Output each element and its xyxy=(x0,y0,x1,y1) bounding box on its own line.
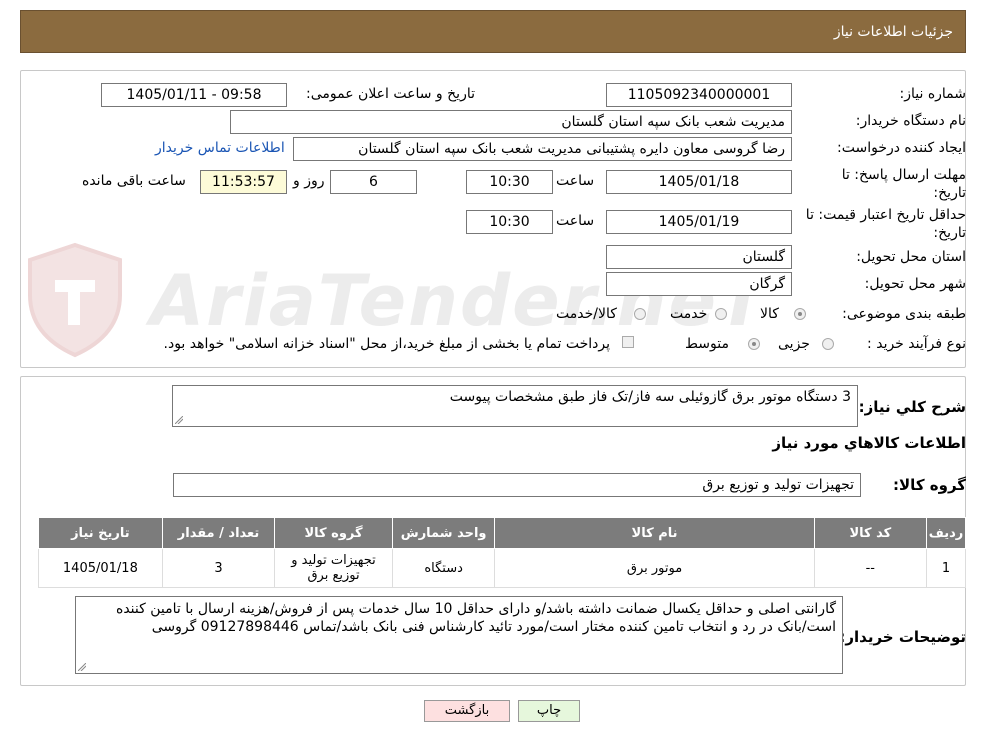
category-service-radio[interactable] xyxy=(715,308,727,320)
deadline-time-field: 10:30 xyxy=(466,170,553,194)
requester-field: رضا گروسی معاون دایره پشتیبانی مدیریت شع… xyxy=(293,137,792,161)
buyer-notes-label: توضیحات خریدار: xyxy=(839,628,966,646)
col-group: گروه کالا xyxy=(274,517,393,549)
cell-group: تجهیزات تولید و توزیع برق xyxy=(274,548,393,588)
need-number-label: شماره نیاز: xyxy=(899,86,967,102)
summary-label: شرح کلي نياز: xyxy=(858,398,966,416)
buyer-notes-field: گارانتی اصلی و حداقل یکسال ضمانت داشته ب… xyxy=(75,596,843,674)
cell-quantity: 3 xyxy=(161,548,276,588)
validity-label-line1: حداقل تاریخ اعتبار قیمت: تا xyxy=(805,207,966,223)
col-need-date: تاریخ نیاز xyxy=(38,517,163,549)
summary-text: 3 دستگاه موتور برق گازوئیلی سه فاز/تک فا… xyxy=(449,389,851,405)
announce-datetime-field: 1405/01/11 - 09:58 xyxy=(101,83,287,107)
city-label: شهر محل تحویل: xyxy=(864,276,966,292)
deadline-label: مهلت ارسال پاسخ: تا تاریخ: xyxy=(842,166,966,202)
deadline-time-label: ساعت xyxy=(556,173,595,189)
col-item-code: کد کالا xyxy=(813,517,928,549)
print-button[interactable]: چاپ xyxy=(518,700,580,722)
goods-table-wrapper: ردیف کد کالا نام کالا واحد شمارش گروه کا… xyxy=(38,517,966,588)
validity-date-field: 1405/01/19 xyxy=(606,210,792,234)
deadline-label-line1: مهلت ارسال پاسخ: تا xyxy=(841,167,966,183)
remaining-time-field: 11:53:57 xyxy=(200,170,287,194)
buyer-org-field: مدیریت شعب بانک سپه استان گلستان xyxy=(230,110,792,134)
goods-group-label: گروه کالا: xyxy=(893,476,966,494)
deadline-label-line2: تاریخ: xyxy=(933,185,966,201)
page-title: جزئیات اطلاعات نیاز xyxy=(833,24,953,40)
col-quantity: تعداد / مقدار xyxy=(161,517,276,549)
need-number-field: 1105092340000001 xyxy=(606,83,792,107)
cell-item-code: -- xyxy=(813,548,928,588)
treasury-payment-note: پرداخت تمام یا بخشی از مبلغ خرید،از محل … xyxy=(163,336,610,352)
col-unit: واحد شمارش xyxy=(391,517,496,549)
province-field: گلستان xyxy=(606,245,792,269)
deadline-date-field: 1405/01/18 xyxy=(606,170,792,194)
buyer-notes-text: گارانتی اصلی و حداقل یکسال ضمانت داشته ب… xyxy=(115,601,836,635)
table-row: 1 -- موتور برق دستگاه تجهیزات تولید و تو… xyxy=(38,548,966,588)
category-service-label: خدمت xyxy=(670,306,708,322)
city-field: گرگان xyxy=(606,272,792,296)
table-header-row: ردیف کد کالا نام کالا واحد شمارش گروه کا… xyxy=(38,517,966,549)
days-label: روز و xyxy=(293,173,325,189)
requester-label: ایجاد کننده درخواست: xyxy=(837,140,966,156)
summary-field: 3 دستگاه موتور برق گازوئیلی سه فاز/تک فا… xyxy=(172,385,858,427)
announce-datetime-label: تاریخ و ساعت اعلان عمومی: xyxy=(306,86,475,102)
cell-unit: دستگاه xyxy=(391,548,496,588)
cell-item-name: موتور برق xyxy=(494,548,815,588)
back-button[interactable]: بازگشت xyxy=(424,700,510,722)
cell-row-number: 1 xyxy=(926,548,966,588)
category-goods-label: کالا xyxy=(760,306,779,322)
goods-table: ردیف کد کالا نام کالا واحد شمارش گروه کا… xyxy=(38,517,966,588)
goods-group-field: تجهیزات تولید و توزیع برق xyxy=(173,473,861,497)
process-minor-radio[interactable] xyxy=(822,338,834,350)
category-goods-service-label: کالا/خدمت xyxy=(556,306,617,322)
resize-handle-icon[interactable] xyxy=(78,663,86,671)
remaining-time-label: ساعت باقی مانده xyxy=(82,173,186,189)
goods-info-title: اطلاعات کالاهاي مورد نياز xyxy=(772,434,966,452)
process-medium-radio[interactable] xyxy=(748,338,760,350)
category-goods-service-radio[interactable] xyxy=(634,308,646,320)
validity-label: حداقل تاریخ اعتبار قیمت: تا تاریخ: xyxy=(806,206,966,242)
buyer-org-label: نام دستگاه خریدار: xyxy=(855,113,966,129)
validity-time-field: 10:30 xyxy=(466,210,553,234)
process-medium-label: متوسط xyxy=(685,336,729,352)
page-header: جزئیات اطلاعات نیاز xyxy=(20,10,966,53)
resize-handle-icon[interactable] xyxy=(175,416,183,424)
process-label: نوع فرآیند خرید : xyxy=(867,336,966,352)
process-minor-label: جزیی xyxy=(778,336,810,352)
category-goods-radio[interactable] xyxy=(794,308,806,320)
col-row-number: ردیف xyxy=(926,517,966,549)
validity-label-line2: تاریخ: xyxy=(933,225,966,241)
col-item-name: نام کالا xyxy=(494,517,815,549)
shield-logo-watermark xyxy=(28,242,122,358)
category-label: طبقه بندی موضوعی: xyxy=(842,306,966,322)
buyer-contact-link[interactable]: اطلاعات تماس خریدار xyxy=(155,140,285,156)
treasury-payment-checkbox[interactable] xyxy=(622,336,634,348)
province-label: استان محل تحویل: xyxy=(856,249,966,265)
validity-time-label: ساعت xyxy=(556,213,595,229)
cell-need-date: 1405/01/18 xyxy=(38,548,163,588)
remaining-days-field: 6 xyxy=(330,170,417,194)
